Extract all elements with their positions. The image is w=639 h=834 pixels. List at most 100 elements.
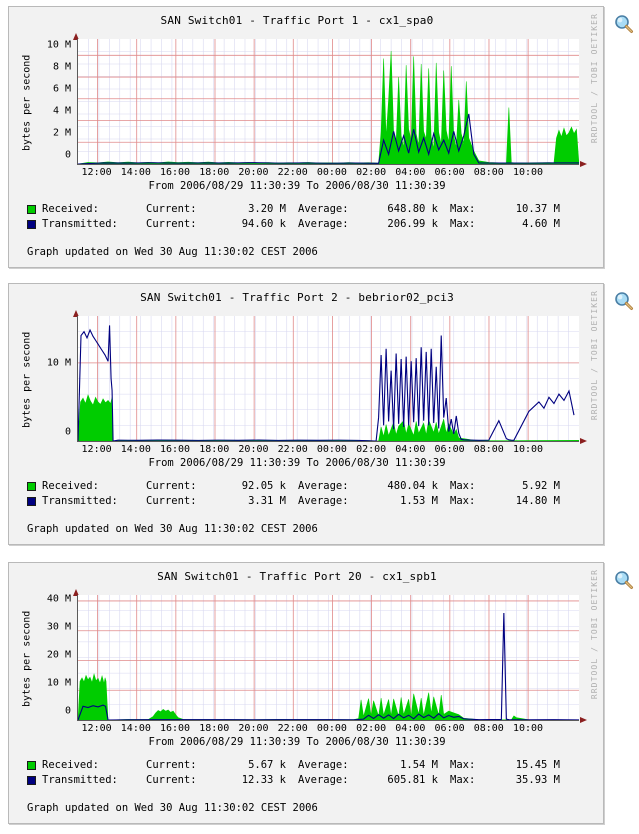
legend-max-label: Max: <box>450 495 476 507</box>
legend-max-value: 10.37 M <box>515 203 560 215</box>
legend-series-name: Transmitted: <box>42 218 118 230</box>
graph-title-1: SAN Switch01 - Traffic Port 1 - cx1_spa0 <box>160 14 434 27</box>
plot-area-3 <box>77 595 579 721</box>
x-tick: 10:00 <box>512 167 544 178</box>
y-tick: 0 <box>64 426 71 438</box>
graph-image-1: RRDTOOL / TOBI OETIKER SAN Switch01 - Tr… <box>9 7 603 267</box>
legend-average-value: 1.53 M <box>400 495 438 507</box>
y-tick: 2 M <box>52 127 71 139</box>
x-tick: 12:00 <box>81 167 112 178</box>
y-tick: 10 M <box>46 39 71 51</box>
x-tick: 22:00 <box>277 444 308 455</box>
received-color-swatch-icon <box>27 482 36 491</box>
legend-row-received-1: Received: Current: 3.20 M Average: 648.8… <box>27 202 603 217</box>
x-axis-arrow-2 <box>580 438 587 444</box>
received-color-swatch-icon <box>27 761 36 770</box>
x-tick: 22:00 <box>277 723 308 734</box>
graph-image-2: RRDTOOL / TOBI OETIKER SAN Switch01 - Tr… <box>9 284 603 544</box>
x-tick: 20:00 <box>238 167 269 178</box>
x-tick: 16:00 <box>159 167 191 178</box>
legend-average-label: Average: <box>298 480 349 492</box>
x-tick: 08:00 <box>473 167 504 178</box>
legend-max-value: 35.93 M <box>515 774 560 786</box>
x-tick: 18:00 <box>199 444 230 455</box>
legend-row-received-2: Received: Current: 92.05 k Average: 480.… <box>27 479 603 494</box>
legend-average-value: 206.99 k <box>387 218 438 230</box>
x-tick: 08:00 <box>473 723 504 734</box>
rrdtool-graph-page: RRDTOOL / TOBI OETIKER SAN Switch01 - Tr… <box>0 0 639 834</box>
graph-updated-2: Graph updated on Wed 30 Aug 11:30:02 CES… <box>27 523 318 535</box>
received-color-swatch-icon <box>27 205 36 214</box>
y-tick-labels-1: 0 2 M 4 M 6 M 8 M 10 M <box>35 29 75 177</box>
zoom-graph-button-2[interactable] <box>614 291 634 311</box>
x-tick: 14:00 <box>120 167 151 178</box>
legend-max-value: 15.45 M <box>515 759 560 771</box>
legend-current-label: Current: <box>146 774 197 786</box>
x-tick: 00:00 <box>316 444 347 455</box>
legend-average-value: 648.80 k <box>387 203 438 215</box>
legend-max-value: 14.80 M <box>515 495 560 507</box>
graph-panel-1: RRDTOOL / TOBI OETIKER SAN Switch01 - Tr… <box>8 6 604 268</box>
x-tick: 06:00 <box>434 444 465 455</box>
legend-max-label: Max: <box>450 774 476 786</box>
legend-series-name: Transmitted: <box>42 774 118 786</box>
graph-title-3: SAN Switch01 - Traffic Port 20 - cx1_spb… <box>157 570 437 583</box>
y-axis-label-2: bytes per second <box>21 331 33 429</box>
magnifier-icon <box>615 292 633 310</box>
legend-row-transmitted-3: Transmitted: Current: 12.33 k Average: 6… <box>27 773 603 788</box>
x-tick: 02:00 <box>356 167 387 178</box>
x-tick: 20:00 <box>238 444 269 455</box>
transmitted-color-swatch-icon <box>27 497 36 506</box>
x-tick-labels-1: 12:00 14:00 16:00 18:00 20:00 22:00 00:00 02:00… <box>77 167 579 181</box>
legend-average-value: 480.04 k <box>387 480 438 492</box>
legend-max-value: 4.60 M <box>522 218 560 230</box>
legend-current-label: Current: <box>146 480 197 492</box>
legend-current-value: 94.60 k <box>241 218 286 230</box>
graph-updated-3: Graph updated on Wed 30 Aug 11:30:02 CES… <box>27 802 318 814</box>
legend-current-label: Current: <box>146 203 197 215</box>
y-tick: 10 M <box>46 357 71 369</box>
legend-average-label: Average: <box>298 218 349 230</box>
legend-average-value: 1.54 M <box>400 759 438 771</box>
x-tick: 18:00 <box>199 167 230 178</box>
y-tick: 0 <box>64 705 71 717</box>
x-tick: 20:00 <box>238 723 269 734</box>
x-tick: 06:00 <box>434 723 465 734</box>
legend-current-value: 5.67 k <box>248 759 286 771</box>
legend-max-value: 5.92 M <box>522 480 560 492</box>
legend-3: Received: Current: 5.67 k Average: 1.54 … <box>9 756 603 788</box>
zoom-graph-button-1[interactable] <box>614 14 634 34</box>
x-axis-arrow-3 <box>580 717 587 723</box>
x-tick: 14:00 <box>120 444 151 455</box>
legend-max-label: Max: <box>450 480 476 492</box>
legend-current-value: 12.33 k <box>241 774 286 786</box>
x-tick: 10:00 <box>512 444 544 455</box>
y-tick: 0 <box>64 149 71 161</box>
x-tick: 04:00 <box>395 167 426 178</box>
legend-max-label: Max: <box>450 759 476 771</box>
legend-current-label: Current: <box>146 495 197 507</box>
y-tick: 8 M <box>52 61 71 73</box>
transmitted-color-swatch-icon <box>27 220 36 229</box>
y-tick-labels-3: 0 10 M 20 M 30 M 40 M <box>35 585 75 733</box>
legend-current-label: Current: <box>146 218 197 230</box>
x-tick: 12:00 <box>81 723 112 734</box>
plot-wrap-1: bytes per second 0 2 M 4 M 6 M 8 M 10 M <box>9 29 603 178</box>
graph-panel-2: RRDTOOL / TOBI OETIKER SAN Switch01 - Tr… <box>8 283 604 545</box>
y-axis-label-3: bytes per second <box>21 610 33 708</box>
x-tick: 00:00 <box>316 723 347 734</box>
graph-image-3: RRDTOOL / TOBI OETIKER SAN Switch01 - Tr… <box>9 563 603 823</box>
graph-updated-1: Graph updated on Wed 30 Aug 11:30:02 CES… <box>27 246 318 258</box>
x-tick: 04:00 <box>395 444 426 455</box>
legend-average-label: Average: <box>298 759 349 771</box>
legend-max-label: Max: <box>450 203 476 215</box>
zoom-graph-button-3[interactable] <box>614 570 634 590</box>
legend-current-value: 3.31 M <box>248 495 286 507</box>
y-tick: 20 M <box>46 649 71 661</box>
transmitted-color-swatch-icon <box>27 776 36 785</box>
legend-current-label: Current: <box>146 759 197 771</box>
x-tick: 06:00 <box>434 167 465 178</box>
x-tick: 10:00 <box>512 723 544 734</box>
graph-title-2: SAN Switch01 - Traffic Port 2 - bebrior0… <box>140 291 454 304</box>
y-tick: 10 M <box>46 677 71 689</box>
